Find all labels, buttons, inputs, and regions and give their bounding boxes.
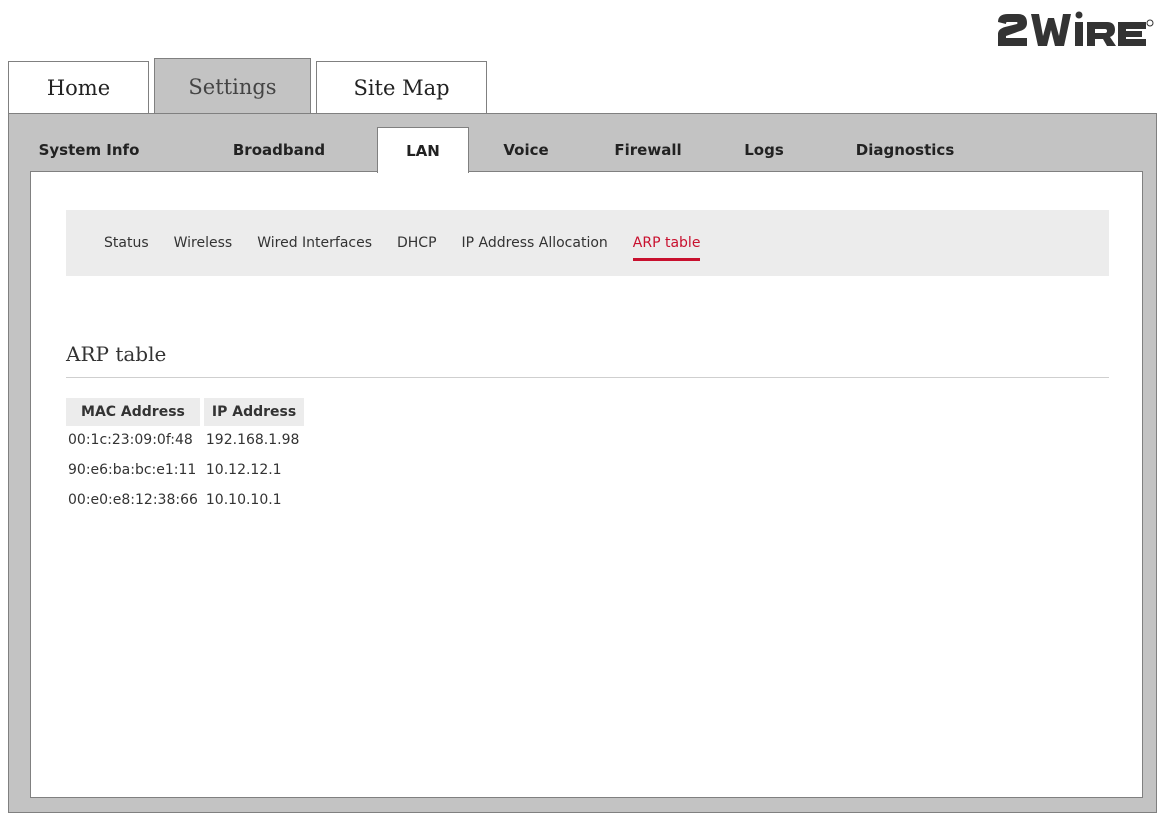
tab-lan[interactable]: LAN (377, 127, 469, 173)
tab-diagnostics[interactable]: Diagnostics (835, 128, 975, 171)
subnav-ip-address-allocation[interactable]: IP Address Allocation (462, 235, 608, 251)
column-header-mac: MAC Address (66, 398, 200, 426)
tab-firewall[interactable]: Firewall (593, 128, 703, 171)
tab-voice[interactable]: Voice (483, 128, 569, 171)
mac-address-cell: 90:e6:ba:bc:e1:11 (68, 462, 197, 478)
top-tab-settings[interactable]: Settings (154, 58, 311, 114)
tab-system-info[interactable]: System Info (19, 128, 159, 171)
content-area: Status Wireless Wired Interfaces DHCP IP… (30, 171, 1143, 798)
subnav-wireless[interactable]: Wireless (174, 235, 233, 251)
arp-table: MAC Address IP Address 00:1c:23:09:0f:48… (62, 398, 308, 516)
ip-address-cell: 10.10.10.1 (205, 492, 282, 508)
table-header-row: MAC Address IP Address (66, 398, 305, 426)
mac-address-cell: 00:1c:23:09:0f:48 (68, 432, 193, 448)
subnav-status[interactable]: Status (104, 235, 149, 251)
ip-address-cell: 10.12.12.1 (205, 462, 282, 478)
subnav-dhcp[interactable]: DHCP (397, 235, 437, 251)
column-header-ip: IP Address (203, 398, 305, 426)
subnav-arp-table[interactable]: ARP table (632, 235, 700, 261)
title-divider (66, 377, 1109, 378)
table-row: 00:e0:e8:12:38:66 10.10.10.1 (66, 486, 304, 516)
table-row: 90:e6:ba:bc:e1:11 10.12.12.1 (66, 456, 304, 486)
tab-logs[interactable]: Logs (731, 128, 797, 171)
ip-address-cell: 192.168.1.98 (205, 432, 300, 448)
top-tab-site-map[interactable]: Site Map (316, 61, 487, 114)
lan-subnav: Status Wireless Wired Interfaces DHCP IP… (66, 210, 1109, 276)
page-title: ARP table (66, 342, 167, 366)
subnav-wired-interfaces[interactable]: Wired Interfaces (257, 235, 372, 251)
tab-broadband[interactable]: Broadband (209, 128, 349, 171)
top-tab-home[interactable]: Home (8, 61, 149, 114)
mac-address-cell: 00:e0:e8:12:38:66 (68, 492, 198, 508)
table-row: 00:1c:23:09:0f:48 192.168.1.98 (66, 426, 304, 456)
logo-graphic (998, 11, 1154, 46)
settings-panel: System Info Broadband LAN Voice Firewall… (8, 113, 1157, 813)
2wire-logo (994, 10, 1154, 52)
